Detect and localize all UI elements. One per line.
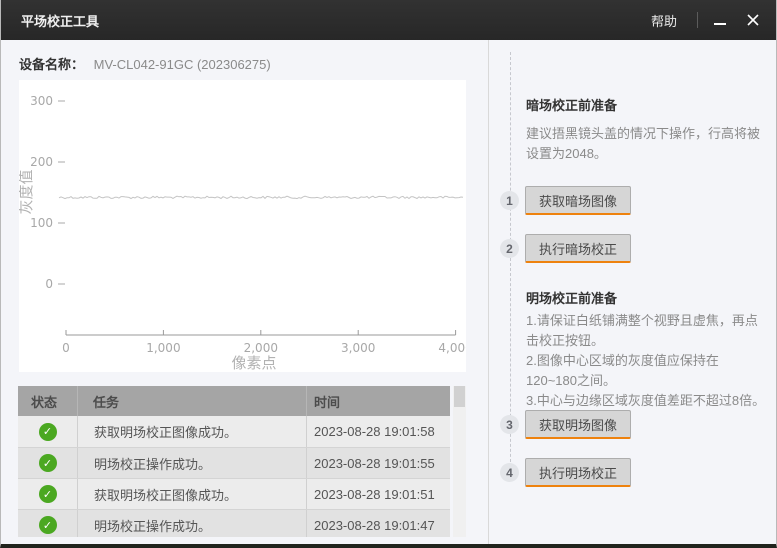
svg-text:300: 300 xyxy=(30,94,53,108)
close-button[interactable] xyxy=(746,13,760,27)
step-action-button[interactable]: 执行明场校正 xyxy=(525,458,631,487)
bright-field-item-1: 1.请保证白纸铺满整个视野且虚焦，再点击校正按钮。 xyxy=(526,311,769,351)
check-circle-icon: ✓ xyxy=(39,454,57,472)
header-status: 状态 xyxy=(18,386,77,416)
row-task-cell: 获取明场校正图像成功。 xyxy=(77,479,306,509)
step-row: 3 获取明场图像 xyxy=(489,410,777,440)
row-time-cell: 2023-08-28 19:01:47 xyxy=(306,510,450,537)
bright-field-item-2: 2.图像中心区域的灰度值应保持在120~180之间。 xyxy=(526,351,769,391)
table-row: ✓ 明场校正操作成功。 2023-08-28 19:01:55 xyxy=(18,447,450,478)
row-time-cell: 2023-08-28 19:01:58 xyxy=(306,416,450,447)
check-circle-icon: ✓ xyxy=(39,485,57,503)
table-scrollbar[interactable] xyxy=(453,386,466,537)
row-task-cell: 获取明场校正图像成功。 xyxy=(77,416,306,447)
dark-field-section-desc: 建议捂黑镜头盖的情况下操作，行高将被设置为2048。 xyxy=(526,124,769,164)
svg-text:3,000: 3,000 xyxy=(341,341,375,355)
step-number-badge: 4 xyxy=(500,463,519,482)
step-row: 1 获取暗场图像 xyxy=(489,186,777,216)
row-task-cell: 明场校正操作成功。 xyxy=(77,510,306,537)
flat-field-correction-window: 平场校正工具 帮助 设备名称： MV-CL042-91GC (202306275… xyxy=(0,0,777,548)
minimize-button[interactable] xyxy=(714,14,726,26)
correction-steps-panel: 暗场校正前准备 建议捂黑镜头盖的情况下操作，行高将被设置为2048。 明场校正前… xyxy=(489,40,777,544)
table-row: ✓ 明场校正操作成功。 2023-08-28 19:01:47 xyxy=(18,509,450,537)
device-name-row: 设备名称： MV-CL042-91GC (202306275) xyxy=(19,54,271,73)
row-status-cell: ✓ xyxy=(18,448,77,478)
check-circle-icon: ✓ xyxy=(39,516,57,534)
row-status-cell: ✓ xyxy=(18,416,77,447)
bright-field-section-list: 1.请保证白纸铺满整个视野且虚焦，再点击校正按钮。 2.图像中心区域的灰度值应保… xyxy=(526,311,769,411)
device-name-value: MV-CL042-91GC (202306275) xyxy=(94,57,271,72)
chart-canvas: 0 1,000 2,000 3,000 4,000 0 100 200 300 灰度值像素点 xyxy=(19,80,466,372)
window-title: 平场校正工具 xyxy=(21,11,651,30)
check-circle-icon: ✓ xyxy=(39,423,57,441)
svg-text:0: 0 xyxy=(62,341,70,355)
step-row: 4 执行明场校正 xyxy=(489,458,777,488)
svg-text:1,000: 1,000 xyxy=(146,341,180,355)
help-button[interactable]: 帮助 xyxy=(651,11,677,30)
scrollbar-thumb[interactable] xyxy=(454,386,465,407)
row-status-cell: ✓ xyxy=(18,479,77,509)
row-status-cell: ✓ xyxy=(18,510,77,537)
svg-text:2,000: 2,000 xyxy=(244,341,278,355)
step-action-button[interactable]: 获取明场图像 xyxy=(525,410,631,439)
svg-text:4,000: 4,000 xyxy=(438,341,466,355)
bright-field-section-title: 明场校正前准备 xyxy=(526,288,617,307)
bright-field-item-3: 3.中心与边缘区域灰度值差距不超过8倍。 xyxy=(526,391,769,411)
row-task-cell: 明场校正操作成功。 xyxy=(77,448,306,478)
svg-text:0: 0 xyxy=(45,277,53,291)
svg-text:100: 100 xyxy=(30,216,53,230)
step-number-badge: 1 xyxy=(500,191,519,210)
step-row: 2 执行暗场校正 xyxy=(489,234,777,264)
row-time-cell: 2023-08-28 19:01:55 xyxy=(306,448,450,478)
titlebar: 平场校正工具 帮助 xyxy=(1,0,776,40)
step-action-button[interactable]: 获取暗场图像 xyxy=(525,186,631,215)
svg-text:200: 200 xyxy=(30,155,53,169)
step-number-badge: 3 xyxy=(500,415,519,434)
table-header: 状态 任务 时间 xyxy=(18,386,450,416)
titlebar-separator xyxy=(697,12,698,28)
row-time-cell: 2023-08-28 19:01:51 xyxy=(306,479,450,509)
table-row: ✓ 获取明场校正图像成功。 2023-08-28 19:01:58 xyxy=(18,416,450,447)
close-icon xyxy=(746,13,760,27)
gray-value-chart: 0 1,000 2,000 3,000 4,000 0 100 200 300 灰度值像素点 xyxy=(19,80,466,372)
table-body: ✓ 获取明场校正图像成功。 2023-08-28 19:01:58 ✓ 明场校正… xyxy=(18,416,450,537)
header-task: 任务 xyxy=(77,386,306,416)
header-time: 时间 xyxy=(306,386,450,416)
step-number-badge: 2 xyxy=(500,239,519,258)
step-action-button[interactable]: 执行暗场校正 xyxy=(525,234,631,263)
svg-text:灰度值: 灰度值 xyxy=(19,169,35,214)
svg-text:像素点: 像素点 xyxy=(231,355,276,372)
table-row: ✓ 获取明场校正图像成功。 2023-08-28 19:01:51 xyxy=(18,478,450,509)
log-table: 状态 任务 时间 ✓ 获取明场校正图像成功。 2023-08-28 19:01:… xyxy=(18,386,450,537)
device-name-label: 设备名称： xyxy=(19,57,84,72)
dark-field-section-title: 暗场校正前准备 xyxy=(526,95,617,114)
